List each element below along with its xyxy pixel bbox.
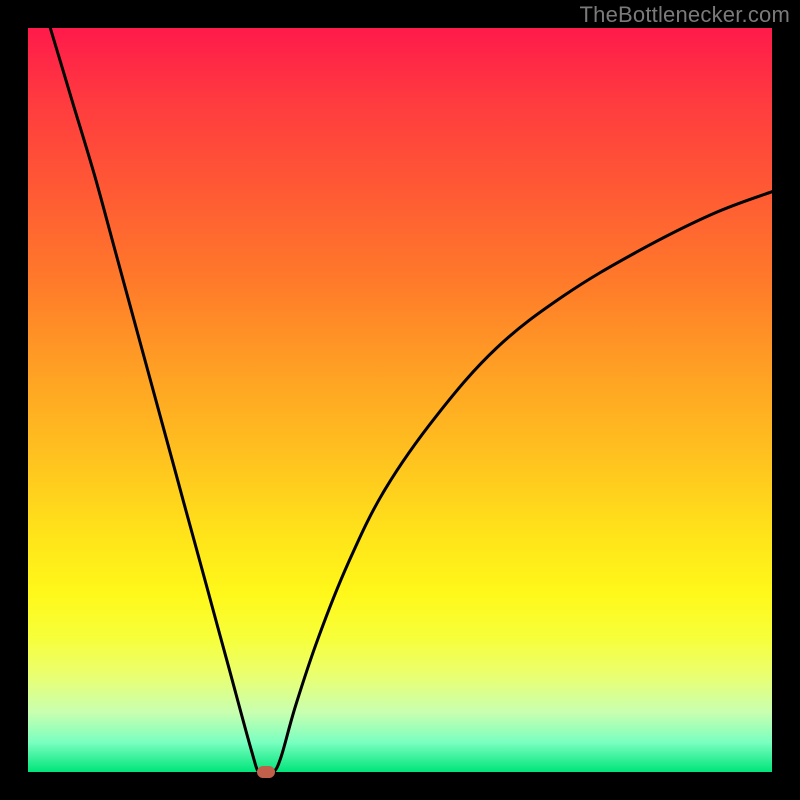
watermark-text: TheBottlenecker.com bbox=[580, 2, 790, 28]
bottleneck-curve bbox=[28, 28, 772, 772]
plot-area bbox=[28, 28, 772, 772]
optimum-marker bbox=[257, 766, 275, 778]
curve-path bbox=[28, 0, 772, 774]
chart-frame: TheBottlenecker.com bbox=[0, 0, 800, 800]
